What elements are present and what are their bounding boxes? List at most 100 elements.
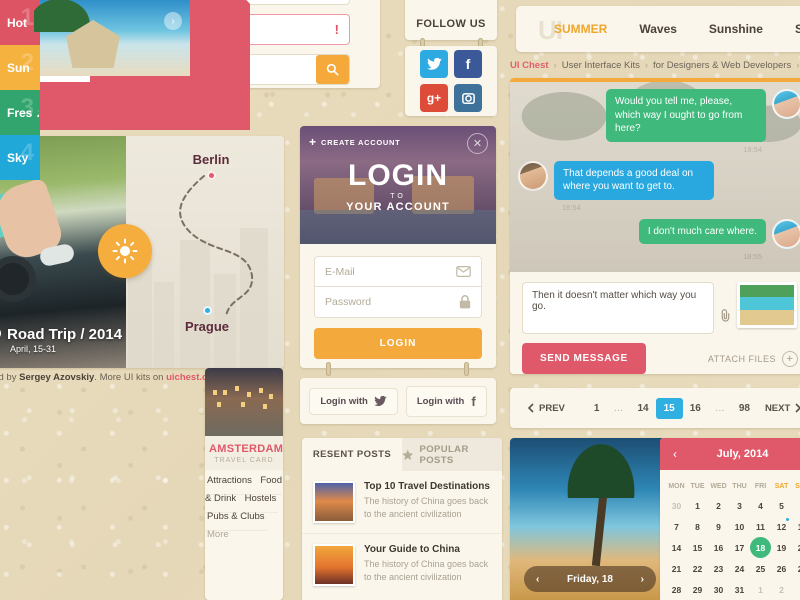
calendar-week-row: 21222324252627 (666, 558, 800, 579)
avatar[interactable] (772, 218, 800, 249)
city-prague[interactable]: Prague (162, 306, 252, 334)
page-98[interactable]: 98 (732, 403, 757, 414)
calendar-day[interactable]: 4 (750, 495, 771, 516)
login-submit-button[interactable]: LOGIN (314, 328, 482, 359)
calendar-day[interactable]: 9 (708, 516, 729, 537)
send-message-button[interactable]: SEND MESSAGE (522, 343, 646, 374)
tropical-beach-photo: › (34, 0, 190, 76)
calendar-day[interactable]: 1 (750, 579, 771, 600)
attach-files-control[interactable]: ATTACH FILES + (707, 350, 798, 367)
breadcrumb-item-2[interactable]: for Designers & Web Developers (653, 60, 791, 71)
breadcrumb-item-1[interactable]: User Interface Kits (562, 60, 640, 71)
vtab-fresh[interactable]: 3 Fresh (0, 90, 40, 135)
nav-item-sunshine[interactable]: Sunshine (693, 22, 779, 36)
attach-files-label: ATTACH FILES (707, 353, 776, 364)
page-1[interactable]: 1 (587, 403, 607, 414)
road-trip-caption: Road Trip / 2014 April, 15-31 (0, 326, 122, 354)
calendar-day[interactable]: 25 (750, 558, 771, 579)
email-field[interactable]: E-Mail (314, 256, 482, 287)
calendar-day[interactable]: 8 (687, 516, 708, 537)
pagination-prev[interactable]: PREV (520, 403, 573, 414)
amsterdam-travel-card: AMSTERDAM TRAVEL CARD Attractions Food &… (205, 368, 283, 600)
breadcrumb-home[interactable]: UI Chest (510, 60, 549, 71)
calendar-day[interactable]: 28 (666, 579, 687, 600)
twitter-icon[interactable] (420, 50, 448, 78)
login-with-facebook-button[interactable]: Login with f (405, 385, 487, 417)
calendar-day[interactable]: 6 (792, 495, 800, 516)
calendar-day[interactable]: 30 (666, 495, 687, 516)
chevron-left-icon[interactable]: ‹ (673, 447, 677, 461)
post-item[interactable]: Your Guide to China The history of China… (302, 533, 502, 596)
calendar-day[interactable]: 22 (687, 558, 708, 579)
attached-image-thumbnail[interactable] (737, 282, 797, 328)
calendar-day[interactable]: 31 (729, 579, 750, 600)
chevron-right-icon[interactable]: › (164, 12, 182, 30)
post-thumbnail (313, 481, 355, 523)
chevron-right-icon[interactable]: › (641, 574, 644, 585)
post-item[interactable]: Top 10 Travel Destinations The history o… (302, 471, 502, 533)
page-14[interactable]: 14 (630, 403, 655, 414)
forgot-password-link[interactable]: FORGOT PASSWORD? (314, 367, 482, 368)
instagram-icon[interactable] (454, 84, 482, 112)
pagination-prev-label: PREV (539, 402, 565, 414)
input-with-button[interactable]: Input Button (172, 54, 350, 85)
calendar-day[interactable]: 17 (729, 537, 750, 558)
page-15-active[interactable]: 15 (655, 397, 683, 419)
calendar-day[interactable]: 12 (771, 516, 792, 537)
calendar-day[interactable]: 2 (708, 495, 729, 516)
page-16[interactable]: 16 (683, 403, 708, 414)
calendar-day[interactable]: 13 (792, 516, 800, 537)
amsterdam-subtitle: TRAVEL CARD (214, 457, 274, 464)
password-field[interactable]: Password (314, 287, 482, 318)
calendar-day[interactable]: 15 (687, 537, 708, 558)
calendar-week-row: 30123456 (666, 495, 800, 516)
calendar-day[interactable]: 19 (771, 537, 792, 558)
calendar-day[interactable]: 11 (750, 516, 771, 537)
tab-popular-posts[interactable]: POPULAR POSTS (402, 438, 502, 471)
calendar-day[interactable]: 24 (729, 558, 750, 579)
amsterdam-city: AMSTERDAM (209, 443, 283, 455)
avatar[interactable] (772, 89, 800, 119)
create-account-link[interactable]: + CREATE ACCOUNT (309, 135, 400, 149)
sun-icon[interactable] (98, 224, 152, 278)
calendar-day[interactable]: 7 (666, 516, 687, 537)
input-filled[interactable]: Input Filled (172, 0, 350, 5)
calendar-day[interactable]: 27 (792, 558, 800, 579)
calendar-day[interactable]: 5 (771, 495, 792, 516)
calendar-day[interactable]: 3 (792, 579, 800, 600)
calendar-day[interactable]: 10 (729, 516, 750, 537)
tab-recent-posts[interactable]: RESENT POSTS (302, 438, 402, 471)
calendar-day[interactable]: 20 (792, 537, 800, 558)
login-with-twitter-button[interactable]: Login with (309, 387, 398, 415)
facebook-icon[interactable]: f (454, 50, 482, 78)
calendar-weekday-row: MON TUE WED THU FRI SAT SUN (666, 478, 800, 495)
vtab-sun[interactable]: 2 Sun (0, 45, 40, 90)
calendar-day[interactable]: 21 (666, 558, 687, 579)
calendar-day[interactable]: 16 (708, 537, 729, 558)
pagination-next[interactable]: NEXT (757, 403, 800, 414)
calendar-day[interactable]: 3 (729, 495, 750, 516)
paperclip-icon[interactable] (720, 308, 731, 326)
calendar-day[interactable]: 26 (771, 558, 792, 579)
nav-item-summer[interactable]: SUMMER (538, 22, 623, 36)
city-berlin[interactable]: Berlin (166, 152, 256, 180)
close-icon[interactable]: ✕ (467, 133, 488, 154)
chevron-left-icon[interactable]: ‹ (536, 574, 539, 585)
avatar[interactable] (518, 160, 548, 191)
googleplus-icon[interactable]: g+ (420, 84, 448, 112)
plus-icon[interactable]: + (782, 350, 798, 367)
calendar-day[interactable]: 2 (771, 579, 792, 600)
vtab-sky[interactable]: 4 Sky (0, 135, 40, 180)
amsterdam-item-more[interactable]: More (205, 521, 231, 548)
calendar-day[interactable]: 14 (666, 537, 687, 558)
calendar-day-today[interactable]: 18 (750, 537, 771, 558)
calendar-day[interactable]: 1 (687, 495, 708, 516)
input-error[interactable]: Input Error ! (172, 14, 350, 45)
calendar-day[interactable]: 23 (708, 558, 729, 579)
search-icon[interactable] (316, 55, 349, 84)
message-input[interactable]: Then it doesn't matter which way you go. (522, 282, 714, 334)
nav-item-stars[interactable]: Stars (779, 22, 800, 36)
nav-item-waves[interactable]: Waves (623, 22, 693, 36)
calendar-day[interactable]: 29 (687, 579, 708, 600)
calendar-day[interactable]: 30 (708, 579, 729, 600)
